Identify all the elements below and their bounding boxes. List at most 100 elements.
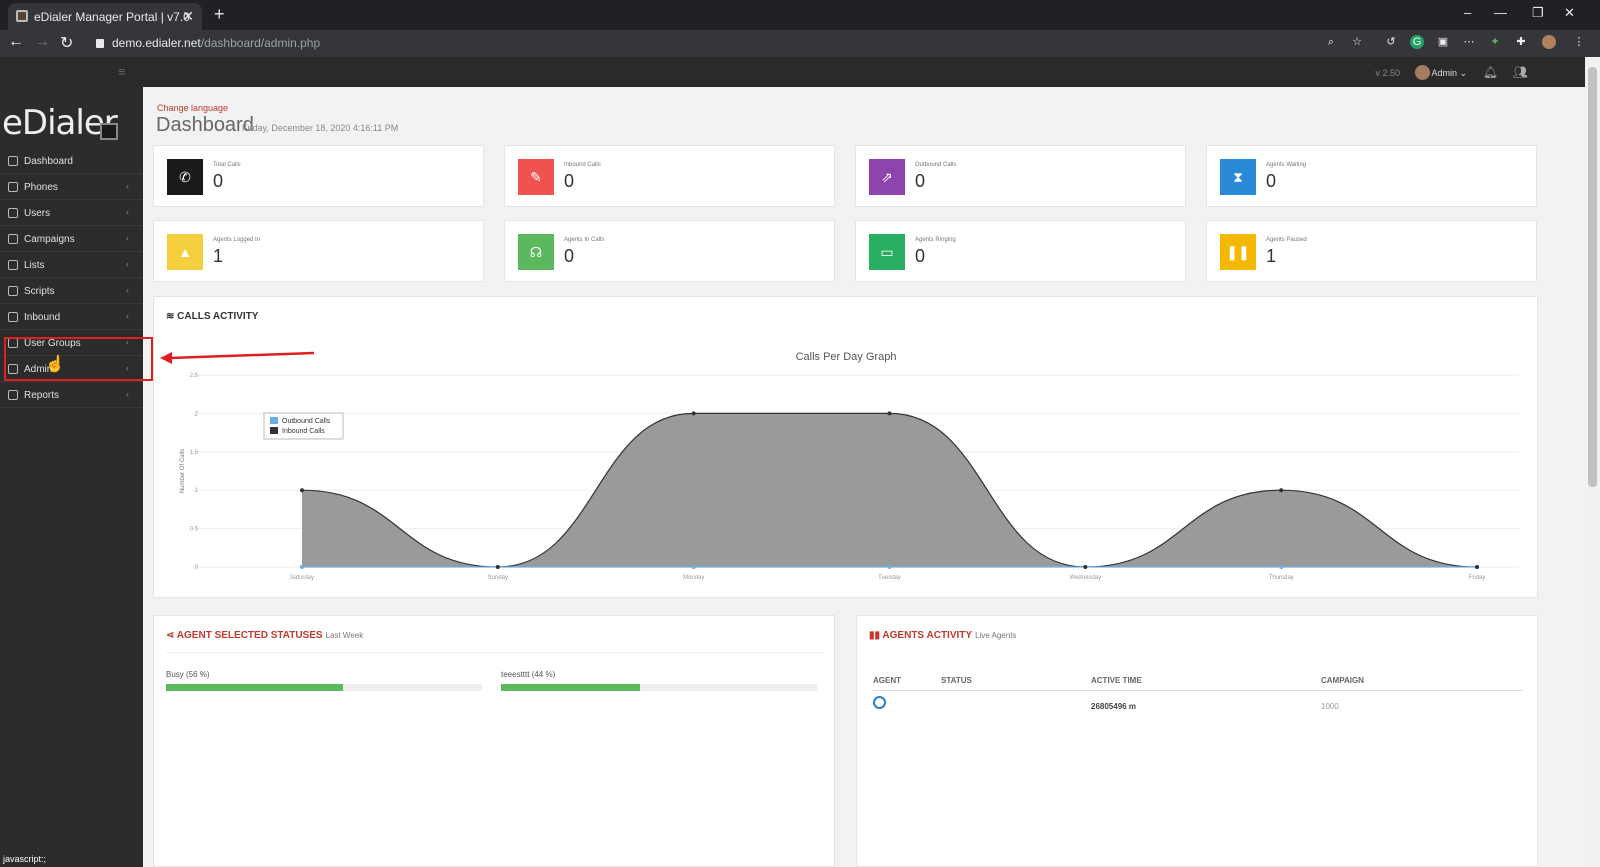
y-tick-label: 1.5: [190, 450, 199, 456]
stat-value: 0: [564, 246, 575, 266]
extension-dots-icon[interactable]: ⋯: [1462, 35, 1476, 49]
reload-icon[interactable]: ↻: [60, 33, 73, 53]
stat-label: Agents In Calls: [564, 237, 605, 243]
share-icon: ⋖: [166, 630, 177, 641]
user-name: Admin: [1431, 68, 1457, 78]
inbound-call-icon: ✎: [518, 159, 554, 195]
annotation-highlight-box: [4, 337, 153, 381]
sidebar-item-label: Users: [24, 208, 51, 219]
forward-icon[interactable]: →: [34, 33, 50, 51]
change-language-link[interactable]: Change language: [157, 103, 228, 113]
column-header: CAMPAIGN: [1321, 676, 1364, 685]
close-window-icon[interactable]: ✕: [1564, 5, 1575, 21]
notification-bell-icon[interactable]: 🔔︎: [1483, 65, 1498, 79]
page-scrollbar[interactable]: [1585, 57, 1600, 867]
stat-label: Agents Paused: [1266, 237, 1307, 243]
report-icon: [8, 390, 18, 400]
extension-leaf-icon[interactable]: ✦: [1488, 35, 1502, 49]
zoom-icon[interactable]: ⌕: [1324, 35, 1338, 49]
browser-tab-bar: eDialer Manager Portal | v7.0 ✕ + – — ❐ …: [0, 0, 1600, 30]
status-bar-label: Busy (56 %): [166, 670, 210, 679]
stat-value: 0: [1266, 171, 1277, 191]
y-axis-label: Number Of Calls: [180, 449, 186, 493]
stat-label: Agents Logged In: [213, 237, 261, 243]
user-avatar[interactable]: [1415, 65, 1430, 80]
divider: [166, 652, 824, 653]
scrollbar-thumb[interactable]: [1588, 67, 1597, 487]
menu-toggle-icon[interactable]: ≡: [118, 64, 126, 79]
extension-box-icon[interactable]: ▣: [1436, 35, 1450, 49]
sidebar-item-campaigns[interactable]: Campaigns ‹: [0, 226, 143, 252]
x-tick-label: Sunday: [488, 575, 508, 581]
sidebar-item-phones[interactable]: Phones ‹: [0, 174, 143, 200]
x-tick-label: Saturday: [290, 575, 314, 581]
browser-menu-icon[interactable]: ⋮: [1572, 35, 1586, 49]
sidebar-item-users[interactable]: Users ‹: [0, 200, 143, 226]
x-tick-label: Monday: [683, 575, 704, 581]
sidebar-item-label: Reports: [24, 390, 60, 401]
sidebar-item-lists[interactable]: Lists ‹: [0, 252, 143, 278]
doc-icon: [8, 286, 18, 296]
y-tick-label: 2: [195, 411, 199, 417]
grammarly-icon[interactable]: G: [1410, 35, 1424, 49]
agent-status-icon[interactable]: [873, 696, 886, 709]
chart-title: Calls Per Day Graph: [796, 351, 897, 363]
agent-statuses-subtitle: Last Week: [325, 631, 364, 640]
stat-agents-logged-in: ▲ Agents Logged In 1: [153, 220, 484, 282]
stat-agents-ringing: ▭ Agents Ringing 0: [855, 220, 1186, 282]
agents-activity-title: AGENTS ACTIVITY: [882, 630, 973, 641]
stat-label: Agents Waiting: [1266, 162, 1307, 168]
agents-activity-panel: ▮▮ AGENTS ACTIVITY Live Agents AGENT STAT…: [856, 615, 1538, 867]
restore-window-icon[interactable]: ❐: [1532, 5, 1544, 21]
users-online-icon[interactable]: 👥︎: [1513, 65, 1528, 79]
stat-value: 0: [564, 171, 575, 191]
stat-label: Total Calls: [213, 162, 241, 168]
bar-chart-icon: ▮▮: [869, 630, 883, 641]
phone-icon: [8, 182, 18, 192]
sidebar-item-label: Inbound: [24, 312, 61, 323]
back-icon[interactable]: ←: [8, 33, 24, 51]
y-tick-label: 2.5: [190, 373, 199, 379]
inbound-icon: [8, 312, 18, 322]
history-icon[interactable]: ↺: [1384, 35, 1398, 49]
new-tab-icon[interactable]: +: [214, 4, 225, 25]
agent-statuses-title: AGENT SELECTED STATUSES: [176, 630, 323, 641]
monitor-icon: ▭: [869, 234, 905, 270]
address-bar: ← → ↻ demo.edialer.net/dashboard/admin.p…: [0, 30, 1600, 57]
column-header: STATUS: [941, 676, 972, 685]
extensions-puzzle-icon[interactable]: ✚: [1514, 35, 1528, 49]
sidebar-item-label: Dashboard: [24, 156, 73, 167]
calls-per-day-chart: Calls Per Day Graph 0 0.5 1 1.5 2 2.5 Number Of…: [180, 351, 1519, 581]
sidebar-item-dashboard[interactable]: Dashboard: [0, 148, 143, 174]
agents-activity-subtitle: Live Agents: [975, 631, 1017, 640]
legend-label: Inbound Calls: [282, 428, 325, 435]
inbound-calls-point: [1279, 488, 1284, 493]
close-tab-icon[interactable]: ✕: [182, 8, 194, 25]
app-header: ≡ v 2.50 Admin ⌄ 🔔︎ 👥︎: [0, 57, 1585, 87]
stat-value: 1: [213, 246, 224, 266]
stat-agents-paused: ❚❚ Agents Paused 1: [1206, 220, 1537, 282]
x-tick-label: Thursday: [1269, 575, 1294, 581]
logo-box-icon: [100, 123, 118, 140]
profile-avatar-icon[interactable]: [1542, 35, 1556, 49]
status-progress-fill: [166, 684, 343, 691]
inbound-calls-point: [1475, 565, 1479, 569]
url-path: /dashboard/admin.php: [200, 36, 321, 50]
chart-legend: [263, 412, 344, 440]
sidebar-item-reports[interactable]: Reports ‹: [0, 382, 143, 408]
inbound-calls-point: [1083, 565, 1088, 569]
bookmark-star-icon[interactable]: ☆: [1350, 35, 1364, 49]
url-field[interactable]: demo.edialer.net/dashboard/admin.php: [96, 36, 320, 50]
status-progress-fill: [501, 684, 641, 691]
sidebar-item-scripts[interactable]: Scripts ‹: [0, 278, 143, 304]
sidebar-item-inbound[interactable]: Inbound ‹: [0, 304, 143, 330]
stat-total-calls: ✆ Total Calls 0: [153, 145, 484, 207]
stat-agents-in-calls: ☊ Agents In Calls 0: [504, 220, 835, 282]
minimize-window-icon[interactable]: —: [1494, 5, 1507, 20]
sidebar-item-label: Phones: [24, 182, 58, 193]
sidebar-item-label: Lists: [24, 260, 45, 271]
page-title: Dashboard: [156, 114, 254, 136]
minimize-icon[interactable]: –: [1464, 5, 1471, 20]
user-menu[interactable]: Admin ⌄: [1431, 68, 1467, 79]
browser-tab[interactable]: eDialer Manager Portal | v7.0 ✕: [8, 3, 202, 30]
